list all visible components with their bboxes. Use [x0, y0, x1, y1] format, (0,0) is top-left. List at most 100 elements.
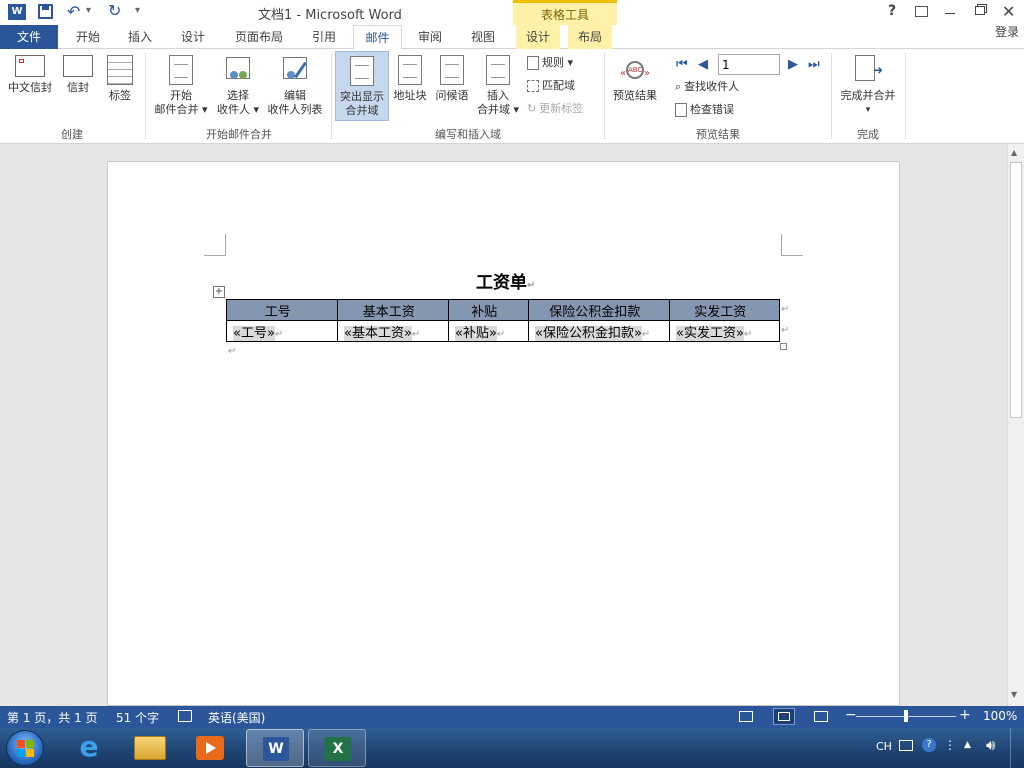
scroll-thumb[interactable]: [1010, 162, 1022, 418]
sign-in-link[interactable]: 登录: [990, 0, 1024, 39]
salary-table[interactable]: 工号↵ 基本工资↵ 补贴↵ 保险公积金扣款↵ 实发工资↵ «工号»↵ «基本工资…: [226, 299, 780, 342]
merge-field-cell[interactable]: «保险公积金扣款»↵: [528, 320, 670, 342]
input-language-indicator[interactable]: CH: [876, 740, 892, 753]
envelope-label: 信封: [67, 81, 89, 94]
table-header-cell[interactable]: 保险公积金扣款↵: [528, 299, 670, 321]
web-layout-icon[interactable]: [814, 711, 828, 722]
merge-field-cell[interactable]: «实发工资»↵: [669, 320, 780, 342]
vertical-scrollbar[interactable]: ▲ ▼: [1007, 144, 1024, 706]
tab-page-layout[interactable]: 页面布局: [228, 25, 290, 49]
word-app-icon[interactable]: W: [8, 4, 26, 20]
redo-icon[interactable]: ↻: [108, 1, 121, 20]
merge-field[interactable]: «实发工资»: [676, 325, 744, 341]
scroll-up-icon[interactable]: ▲: [1011, 148, 1017, 157]
zoom-slider[interactable]: [856, 710, 956, 722]
chinese-envelope-label: 中文信封: [8, 81, 52, 94]
zoom-slider-thumb[interactable]: [904, 710, 908, 722]
edit-recipient-list-button[interactable]: 编辑 收件人列表: [264, 55, 326, 117]
media-player-icon[interactable]: [196, 736, 224, 760]
help-tray-icon[interactable]: ?: [922, 738, 936, 752]
ribbon-display-options-icon[interactable]: [915, 6, 928, 17]
table-header-cell[interactable]: 实发工资↵: [669, 299, 780, 321]
ime-options-icon[interactable]: ⋮: [944, 738, 956, 752]
previous-record-icon[interactable]: ◀: [698, 57, 708, 72]
contextual-group-title: 表格工具: [540, 8, 589, 22]
start-mail-merge-button[interactable]: 开始 邮件合并 ▾: [150, 55, 212, 117]
merge-field[interactable]: «基本工资»: [344, 325, 412, 341]
volume-icon[interactable]: 🔊︎: [986, 736, 995, 754]
table-header-cell[interactable]: 工号↵: [226, 299, 338, 321]
record-number-input[interactable]: [718, 54, 780, 75]
table-header-cell[interactable]: 基本工资↵: [337, 299, 449, 321]
excel-taskbar-button[interactable]: X: [308, 729, 366, 767]
keyboard-icon[interactable]: [899, 740, 913, 751]
scroll-down-icon[interactable]: ▼: [1011, 690, 1017, 699]
next-record-icon[interactable]: ▶: [788, 57, 798, 72]
merge-field[interactable]: «工号»: [233, 325, 275, 341]
tab-view[interactable]: 视图: [461, 25, 505, 49]
match-fields-button[interactable]: 匹配域: [527, 76, 575, 96]
highlight-merge-fields-icon: [350, 56, 374, 86]
edit-recipient-list-label-2: 收件人列表: [267, 103, 323, 116]
start-button[interactable]: [6, 730, 44, 766]
read-mode-icon[interactable]: [739, 711, 753, 722]
group-label-finish: 完成: [857, 128, 879, 141]
last-record-icon[interactable]: ⏭: [808, 57, 820, 72]
tab-insert[interactable]: 插入: [118, 25, 162, 49]
zoom-level[interactable]: 100%: [983, 709, 1017, 723]
page-count[interactable]: 第 1 页，共 1 页: [7, 709, 98, 726]
zoom-in-icon[interactable]: +: [959, 707, 971, 723]
tab-file[interactable]: 文件: [0, 25, 58, 49]
tab-table-layout[interactable]: 布局: [568, 25, 612, 49]
merge-field[interactable]: «保险公积金扣款»: [535, 325, 642, 341]
tab-table-design[interactable]: 设计: [516, 25, 560, 49]
merge-field[interactable]: «补贴»: [455, 325, 497, 341]
zoom-out-icon[interactable]: −: [845, 707, 857, 723]
table-header-cell[interactable]: 补贴↵: [448, 299, 529, 321]
update-labels-button[interactable]: ↻ 更新标签: [527, 99, 583, 119]
chinese-envelope-button[interactable]: 中文信封: [4, 55, 56, 95]
tab-design[interactable]: 设计: [171, 25, 215, 49]
language-indicator[interactable]: 英语(美国): [208, 709, 265, 726]
merge-field-cell[interactable]: «工号»↵: [226, 320, 338, 342]
restore-icon[interactable]: [975, 6, 985, 15]
table-move-handle-icon[interactable]: +: [213, 286, 225, 298]
select-recipients-button[interactable]: 选择 收件人 ▾: [212, 55, 264, 117]
tab-home[interactable]: 开始: [66, 25, 110, 49]
greeting-line-label: 问候语: [435, 89, 469, 102]
file-explorer-icon[interactable]: [134, 736, 166, 760]
undo-icon[interactable]: ↶: [67, 2, 80, 21]
save-icon[interactable]: [38, 4, 53, 19]
proofing-icon[interactable]: [178, 710, 192, 722]
labels-button[interactable]: 标签: [100, 55, 140, 103]
word-taskbar-button[interactable]: W: [246, 729, 304, 767]
word-count[interactable]: 51 个字: [116, 709, 159, 726]
merge-field-cell[interactable]: «基本工资»↵: [337, 320, 449, 342]
edit-recipient-list-icon: [281, 55, 309, 85]
document-title: 工资单↵: [476, 268, 535, 293]
finish-merge-button[interactable]: ➜ 完成并合并 ▾: [834, 55, 902, 117]
check-errors-button[interactable]: 检查错误: [675, 100, 734, 120]
address-block-button[interactable]: 地址块: [390, 55, 430, 103]
tab-review[interactable]: 审阅: [408, 25, 452, 49]
rules-button[interactable]: 规则 ▾: [527, 53, 573, 73]
table-resize-handle[interactable]: [780, 343, 787, 350]
merge-field-cell[interactable]: «补贴»↵: [448, 320, 529, 342]
highlight-merge-fields-button[interactable]: 突出显示 合并域: [335, 51, 389, 121]
insert-merge-field-button[interactable]: 插入 合并域 ▾: [472, 55, 524, 117]
internet-explorer-icon[interactable]: e: [74, 733, 104, 763]
greeting-line-button[interactable]: 问候语: [432, 55, 472, 103]
print-layout-icon[interactable]: [773, 708, 795, 725]
find-recipient-button[interactable]: ⌕ 查找收件人: [675, 77, 739, 97]
first-record-icon[interactable]: ⏮: [676, 57, 688, 72]
customize-qat-icon[interactable]: ▾: [135, 5, 140, 16]
tab-references[interactable]: 引用: [302, 25, 346, 49]
envelope-button[interactable]: 信封: [60, 55, 96, 95]
minimize-icon[interactable]: [945, 13, 955, 14]
tab-mailings[interactable]: 邮件: [353, 25, 402, 50]
preview-results-button[interactable]: ABC « » 预览结果: [608, 55, 662, 103]
show-desktop-button[interactable]: [1010, 728, 1024, 768]
undo-dropdown-icon[interactable]: ▾: [86, 5, 91, 16]
show-hidden-icons-icon[interactable]: ▲: [964, 740, 971, 750]
help-icon[interactable]: ?: [888, 3, 896, 19]
